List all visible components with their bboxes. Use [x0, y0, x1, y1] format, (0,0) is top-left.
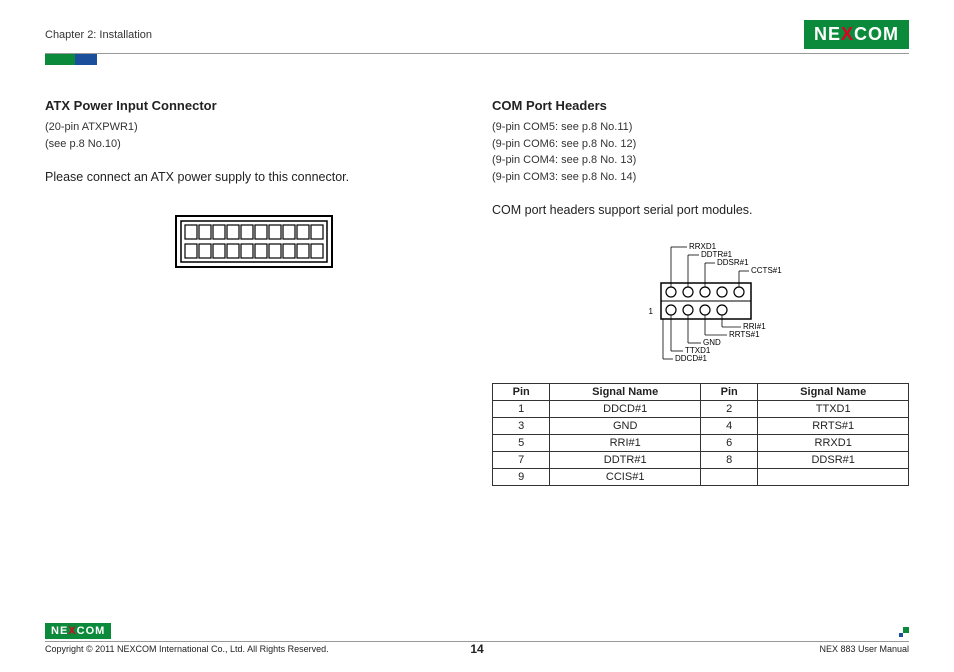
- page-footer: NEXCOM Copyright © 2011 NEXCOM Internati…: [45, 623, 909, 654]
- atx-body: Please connect an ATX power supply to th…: [45, 170, 462, 184]
- table-row: 1DDCD#12TTXD1: [493, 401, 909, 418]
- svg-text:1: 1: [648, 307, 653, 316]
- left-column: ATX Power Input Connector (20-pin ATXPWR…: [45, 98, 462, 486]
- com-sub2: (9-pin COM6: see p.8 No. 12): [492, 136, 909, 153]
- tab-strip: [45, 54, 909, 68]
- th-sig: Signal Name: [550, 384, 701, 401]
- right-column: COM Port Headers (9-pin COM5: see p.8 No…: [492, 98, 909, 486]
- th-pin: Pin: [493, 384, 550, 401]
- signal-table: Pin Signal Name Pin Signal Name 1DDCD#12…: [492, 383, 909, 486]
- lbl-ccts1: CCTS#1: [751, 266, 782, 275]
- com-sub4: (9-pin COM3: see p.8 No. 14): [492, 169, 909, 186]
- chapter-title: Chapter 2: Installation: [45, 29, 152, 41]
- tab-blue-icon: [75, 54, 97, 65]
- corner-mark-icon: [897, 627, 909, 639]
- brand-logo: NEXCOM: [804, 20, 909, 49]
- com-header-diagram: 1 RRXD1 DDTR#1 DDSR#1 CCTS#1: [591, 235, 811, 365]
- tab-green-icon: [45, 54, 79, 65]
- com-sub3: (9-pin COM4: see p.8 No. 13): [492, 152, 909, 169]
- manual-name: NEX 883 User Manual: [819, 644, 909, 654]
- com-title: COM Port Headers: [492, 98, 909, 113]
- table-row: 5RRI#16RRXD1: [493, 435, 909, 452]
- table-row: 9CCIS#1: [493, 469, 909, 486]
- atx-connector-diagram: [45, 214, 462, 272]
- atx-title: ATX Power Input Connector: [45, 98, 462, 113]
- table-row: 7DDTR#18DDSR#1: [493, 452, 909, 469]
- footer-logo: NEXCOM: [45, 623, 111, 639]
- com-sub1: (9-pin COM5: see p.8 No.11): [492, 119, 909, 136]
- copyright-text: Copyright © 2011 NEXCOM International Co…: [45, 644, 329, 654]
- table-row: 3GND4RRTS#1: [493, 418, 909, 435]
- th-sig2: Signal Name: [758, 384, 909, 401]
- page-header: Chapter 2: Installation NEXCOM: [45, 20, 909, 54]
- lbl-ddcd1: DDCD#1: [675, 354, 708, 363]
- lbl-rrts1: RRTS#1: [729, 330, 760, 339]
- content-area: ATX Power Input Connector (20-pin ATXPWR…: [45, 98, 909, 486]
- com-body: COM port headers support serial port mod…: [492, 203, 909, 217]
- th-pin2: Pin: [700, 384, 757, 401]
- lbl-ddsr1: DDSR#1: [717, 258, 749, 267]
- atx-sub1: (20-pin ATXPWR1): [45, 119, 462, 136]
- page-number: 14: [470, 642, 483, 656]
- atx-sub2: (see p.8 No.10): [45, 136, 462, 153]
